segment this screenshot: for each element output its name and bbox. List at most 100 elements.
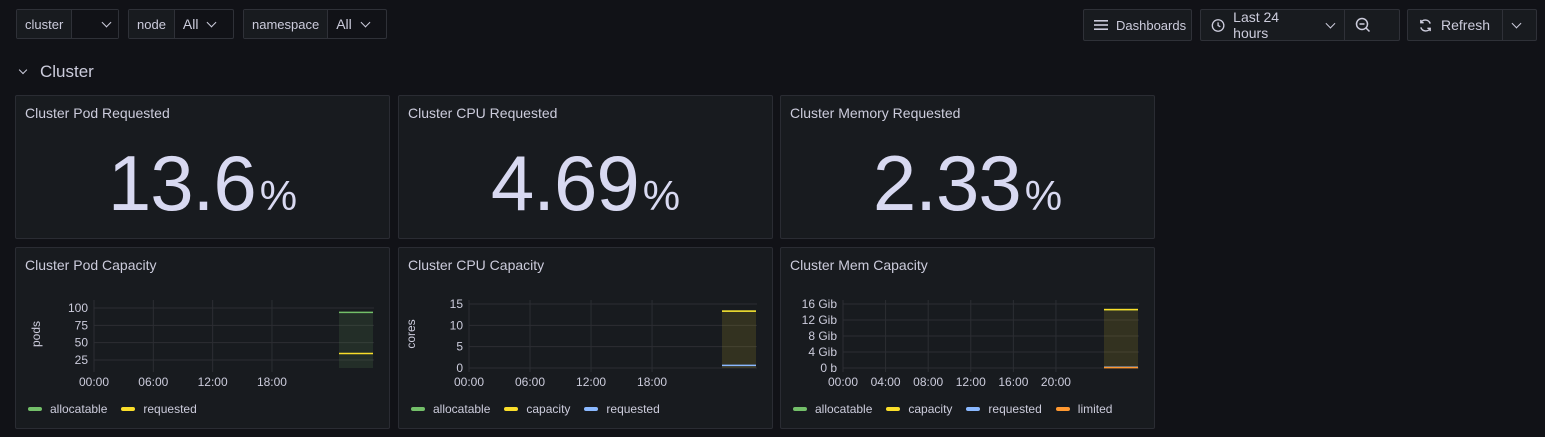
- legend-item-capacity[interactable]: capacity: [504, 402, 570, 416]
- legend-swatch: [584, 407, 599, 411]
- dashboards-button[interactable]: Dashboards: [1083, 9, 1192, 41]
- y-tick-label: 12 Gib: [802, 313, 838, 327]
- x-tick-label: 08:00: [913, 375, 943, 389]
- legend-swatch: [1055, 407, 1070, 411]
- panel-pod-requested[interactable]: Cluster Pod Requested 13.6%: [15, 95, 390, 239]
- x-tick-label: 00:00: [454, 375, 484, 389]
- legend-swatch: [504, 407, 519, 411]
- row-cluster[interactable]: Cluster: [18, 62, 94, 82]
- zoom-out-button[interactable]: [1344, 10, 1381, 40]
- stat-number: 4.69: [490, 139, 640, 227]
- y-tick-label: 15: [450, 297, 464, 311]
- time-picker[interactable]: Last 24 hours: [1200, 9, 1400, 41]
- chart-cpu-capacity: 15 10 5 000:00 06:00 12:00 18:00 cores: [404, 297, 757, 389]
- time-range-label: Last 24 hours: [1233, 9, 1280, 41]
- y-tick-label: 0: [456, 361, 463, 375]
- panel-title: Cluster Pod Requested: [25, 105, 170, 121]
- legend-item-limited[interactable]: limited: [1055, 402, 1113, 416]
- clock-icon: [1211, 18, 1225, 32]
- legend-item-requested[interactable]: requested: [121, 402, 197, 416]
- legend-label: allocatable: [50, 402, 108, 416]
- legend-item-requested[interactable]: requested: [584, 402, 660, 416]
- chevron-down-icon: [207, 17, 217, 27]
- chevron-down-icon: [1325, 18, 1336, 28]
- refresh-button[interactable]: Refresh: [1408, 10, 1502, 40]
- y-tick-label: 0 b: [820, 361, 837, 375]
- time-range-button[interactable]: Last 24 hours: [1201, 9, 1344, 41]
- panel-pod-capacity[interactable]: Cluster Pod Capacity 100 75 50 25 00:00 06:00…: [15, 247, 390, 429]
- panel-mem-capacity[interactable]: Cluster Mem Capacity 16 Gib 12 Gib 8 Gib 4 …: [780, 247, 1155, 429]
- panel-title: Cluster Mem Capacity: [790, 257, 928, 273]
- panel-memory-requested[interactable]: Cluster Memory Requested 2.33%: [780, 95, 1155, 239]
- chevron-down-icon: [360, 17, 371, 27]
- y-tick-label: 25: [75, 353, 89, 367]
- variable-value: All: [182, 16, 199, 32]
- stat-unit: %: [642, 172, 681, 219]
- legend-label: limited: [1077, 402, 1113, 416]
- menu-icon: [1094, 20, 1108, 30]
- x-tick-label: 20:00: [1041, 375, 1071, 389]
- dashboards-label: Dashboards: [1116, 17, 1187, 33]
- panel-title: Cluster Memory Requested: [790, 105, 961, 121]
- legend-item-capacity[interactable]: capacity: [886, 402, 952, 416]
- refresh-picker[interactable]: Refresh: [1407, 9, 1537, 41]
- variable-namespace[interactable]: namespace All: [243, 9, 387, 39]
- refresh-interval-button[interactable]: [1502, 10, 1530, 40]
- legend-item-allocatable[interactable]: allocatable: [28, 402, 107, 416]
- chart-legend: allocatable capacity requested limited: [793, 402, 1112, 416]
- legend-label: allocatable: [433, 402, 491, 416]
- stat-unit: %: [1024, 172, 1063, 219]
- legend-label: capacity: [908, 402, 953, 416]
- legend-item-allocatable[interactable]: allocatable: [793, 402, 872, 416]
- legend-swatch: [121, 407, 136, 411]
- panel-cpu-capacity[interactable]: Cluster CPU Capacity 15 10 5 0 00:00 06:00 12:…: [398, 247, 773, 429]
- y-tick-label: 8 Gib: [808, 329, 837, 343]
- legend-swatch: [966, 407, 981, 411]
- chart-legend: allocatable capacity requested: [411, 402, 660, 416]
- legend-swatch: [28, 407, 42, 411]
- stat-number: 2.33: [872, 139, 1022, 227]
- variable-select[interactable]: All: [328, 10, 377, 38]
- chevron-down-icon: [18, 65, 28, 75]
- variable-label: cluster: [17, 10, 73, 38]
- zoom-out-icon: [1355, 17, 1371, 33]
- series-area: [722, 311, 756, 368]
- variable-cluster[interactable]: cluster: [16, 9, 119, 39]
- x-tick-label: 12:00: [198, 375, 228, 389]
- y-tick-label: 75: [75, 318, 89, 332]
- legend-label: allocatable: [815, 402, 873, 416]
- legend-swatch: [411, 407, 425, 411]
- x-tick-label: 00:00: [828, 375, 858, 389]
- chart-pod-capacity: 100 75 50 25 00:00 06:00 12:00 18:00 pods: [29, 300, 374, 389]
- y-tick-label: 4 Gib: [808, 345, 837, 359]
- series-area: [339, 312, 373, 368]
- variable-node[interactable]: node All: [128, 9, 234, 39]
- y-tick-label: 50: [75, 336, 89, 350]
- panel-title: Cluster CPU Capacity: [408, 257, 545, 273]
- legend-label: requested: [606, 402, 660, 416]
- panel-cpu-requested[interactable]: Cluster CPU Requested 4.69%: [398, 95, 773, 239]
- row-title: Cluster: [40, 62, 94, 81]
- legend-label: capacity: [526, 402, 571, 416]
- chart-legend: allocatable requested: [28, 402, 197, 416]
- y-axis-label: cores: [404, 319, 418, 348]
- variable-value: All: [336, 16, 352, 32]
- stat-value: 4.69%: [399, 138, 772, 229]
- y-axis-label: pods: [29, 321, 43, 347]
- top-toolbar: cluster node All namespace All Dashboard…: [0, 0, 1545, 50]
- x-tick-label: 06:00: [138, 375, 168, 389]
- x-tick-label: 06:00: [515, 375, 545, 389]
- variable-select[interactable]: All: [174, 10, 224, 38]
- legend-item-requested[interactable]: requested: [966, 402, 1042, 416]
- panel-title: Cluster Pod Capacity: [25, 257, 157, 273]
- legend-label: requested: [143, 402, 197, 416]
- variable-label: node: [129, 10, 175, 38]
- x-tick-label: 12:00: [576, 375, 606, 389]
- variable-select[interactable]: [72, 10, 118, 38]
- legend-item-allocatable[interactable]: allocatable: [411, 402, 490, 416]
- y-tick-label: 16 Gib: [802, 297, 838, 311]
- y-tick-label: 10: [450, 318, 464, 332]
- panel-title: Cluster CPU Requested: [408, 105, 558, 121]
- x-tick-label: 12:00: [956, 375, 986, 389]
- x-tick-label: 18:00: [637, 375, 667, 389]
